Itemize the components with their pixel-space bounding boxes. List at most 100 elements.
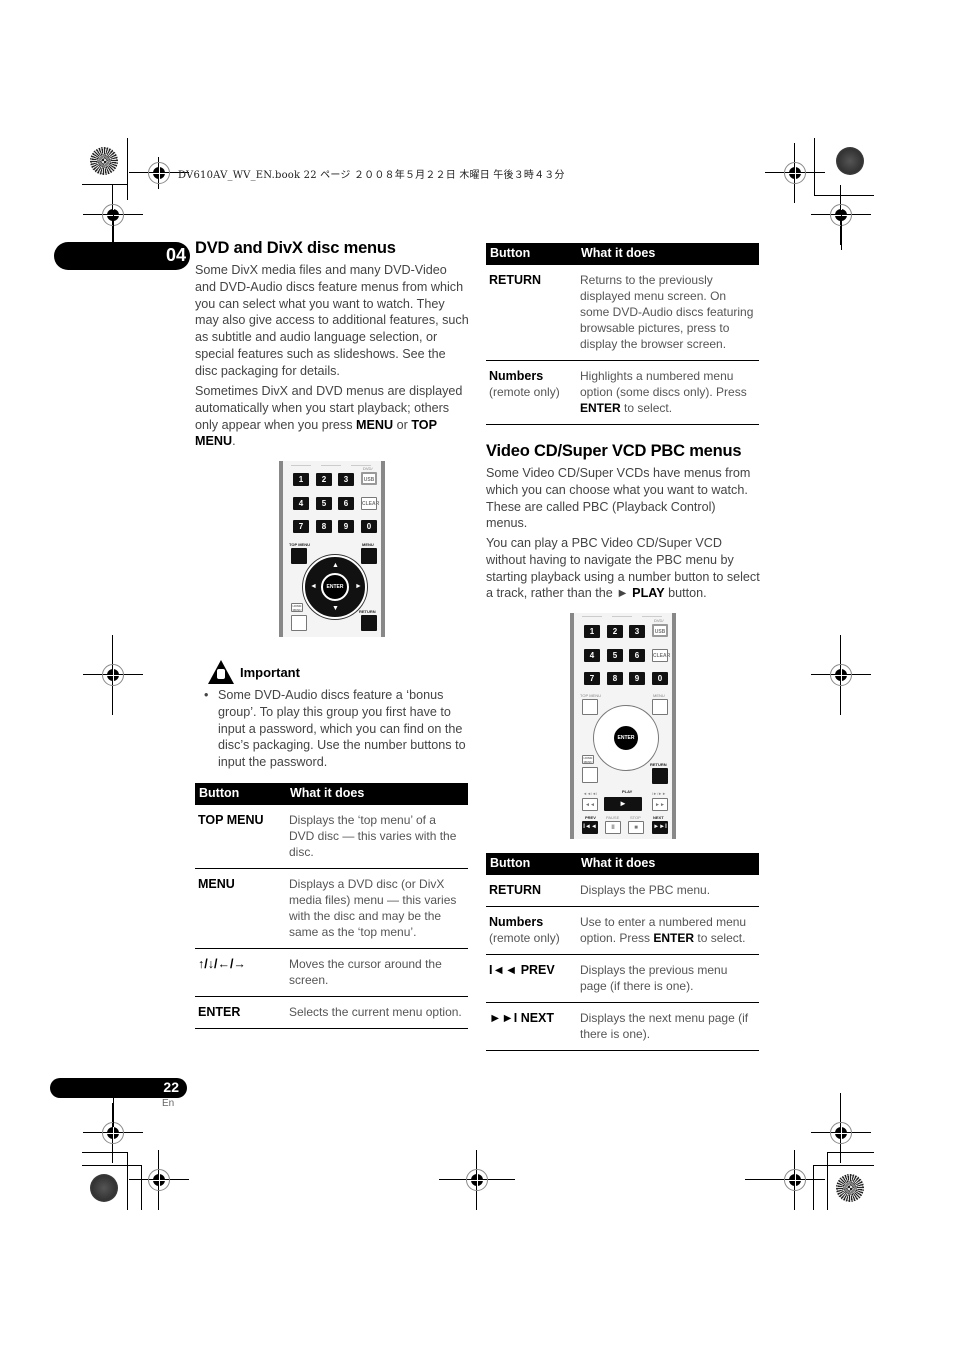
page-number: 22 [163,1079,179,1095]
paragraph: Some DivX media files and many DVD-Video… [195,263,469,378]
number-key-3: 3 [338,473,354,486]
button-note: (remote only) [489,385,560,399]
button-description: Displays the ‘top menu’ of a DVD disc — … [286,805,468,869]
play-key-label: PLAY [632,586,665,601]
button-function-table: Button What it does RETURN Returns to th… [486,243,759,425]
button-description: Highlights a numbered menu option (some … [577,360,759,425]
home-menu-label: HOME MENU [291,603,303,612]
number-key-9: 9 [629,672,645,685]
button-name: RETURN [486,265,577,361]
table-row: RETURN Displays the PBC menu. [486,875,759,907]
button-label: Numbers [489,915,544,929]
registration-mark-icon [83,635,143,715]
registration-mark-icon [811,635,871,715]
table-row: TOP MENU Displays the ‘top menu’ of a DV… [195,805,468,869]
forward-key: ►► [652,798,668,811]
text: Highlights a numbered menu option (some … [580,369,747,399]
color-target-icon [90,147,118,175]
color-target-icon [90,1174,118,1202]
table-row: ENTER Selects the current menu option. [195,996,468,1029]
chapter-number: 04 [165,245,186,265]
number-key-1: 1 [293,473,309,486]
top-menu-key [582,699,598,715]
number-key-7: 7 [584,672,600,685]
prev-label: PREV [585,815,596,820]
enter-key: ENTER [612,724,640,752]
directional-pad: ENTER [594,706,658,770]
page-number-tab: 22 [50,1078,187,1098]
column-header-button: Button [486,243,577,265]
usb-key: USB [652,624,668,637]
enter-key-label: ENTER [653,931,695,945]
number-key-3: 3 [629,625,645,638]
chapter-tab: 04 [54,242,190,270]
remote-illustration: 1 2 3 DVD/ USB 4 5 6 CLEAR 7 8 9 0 TOP M… [570,613,676,839]
menu-label: MENU [653,693,665,698]
top-menu-label: TOP MENU [580,693,601,698]
button-name: ENTER [195,996,286,1029]
text: button. [664,586,707,601]
play-label: PLAY [622,789,633,794]
number-key-8: 8 [607,672,623,685]
home-menu-key [582,767,598,783]
column-header-button: Button [195,783,286,805]
button-name: Numbers (remote only) [486,906,577,955]
color-target-icon [836,147,864,175]
rewind-key: ◄◄ [582,798,598,811]
button-description: Selects the current menu option. [286,996,468,1029]
button-name: I◄◄ PREV [486,954,577,1003]
number-key-4: 4 [584,649,600,662]
button-name: MENU [195,868,286,949]
number-key-8: 8 [316,520,332,533]
button-name: ►►I NEXT [486,1002,577,1051]
return-label: RETURN [359,609,376,614]
section-heading-dvd-divx: DVD and DivX disc menus [195,239,396,257]
directional-pad: ▲ ▼ ◄ ► ENTER [303,555,367,619]
enter-key: ENTER [321,573,349,601]
print-header: DV610AV_WV_EN.book 22 ページ ２００８年５月２２日 木曜日… [178,170,565,181]
number-key-0: 0 [652,672,668,685]
number-key-6: 6 [629,649,645,662]
text: or [393,417,412,432]
home-menu-label: HOME MENU [582,755,594,764]
dvd-usb-label: DVD/ [654,618,664,623]
button-label: Numbers [489,369,544,383]
column-header-what-it-does: What it does [577,853,759,875]
table-row: ↑/↓/←/→ Moves the cursor around the scre… [195,948,468,997]
button-description: Displays a DVD disc (or DivX media files… [286,868,468,949]
remote-illustration: 1 2 3 DVD/ USB 4 5 6 CLEAR 7 8 9 0 TOP M… [279,461,385,637]
number-key-5: 5 [316,497,332,510]
registration-mark-icon [745,1150,825,1210]
button-description: Displays the PBC menu. [577,875,759,907]
number-key-7: 7 [293,520,309,533]
paragraph: You can play a PBC Video CD/Super VCD wi… [486,535,762,602]
play-key: ► [604,797,642,811]
number-key-4: 4 [293,497,309,510]
table-row: MENU Displays a DVD disc (or DivX media … [195,868,468,949]
button-function-table: Button What it does RETURN Displays the … [486,853,759,1051]
arrow-down-icon: ▼ [332,605,339,612]
section-heading-vcd-pbc: Video CD/Super VCD PBC menus [486,442,742,460]
number-key-9: 9 [338,520,354,533]
button-name: ↑/↓/←/→ [195,948,286,997]
pause-key: II [605,821,621,834]
button-note: (remote only) [489,931,560,945]
number-key-0: 0 [361,520,377,533]
text: to select. [620,401,673,415]
important-warning-icon [208,660,234,684]
text: . [232,434,236,449]
usb-key: USB [361,472,377,485]
important-title: Important [240,665,300,680]
column-header-what-it-does: What it does [577,243,759,265]
number-key-2: 2 [316,473,332,486]
menu-key [361,548,377,564]
registration-mark-icon [439,1150,515,1210]
button-description: Displays the previous menu page (if ther… [577,954,759,1003]
forward-label: I►/►► [652,791,667,796]
menu-key [652,699,668,715]
button-description: Moves the cursor around the screen. [286,948,468,997]
column-header-what-it-does: What it does [286,783,468,805]
top-menu-key [291,548,307,564]
color-target-icon [836,1174,864,1202]
button-description: Displays the next menu page (if there is… [577,1002,759,1051]
